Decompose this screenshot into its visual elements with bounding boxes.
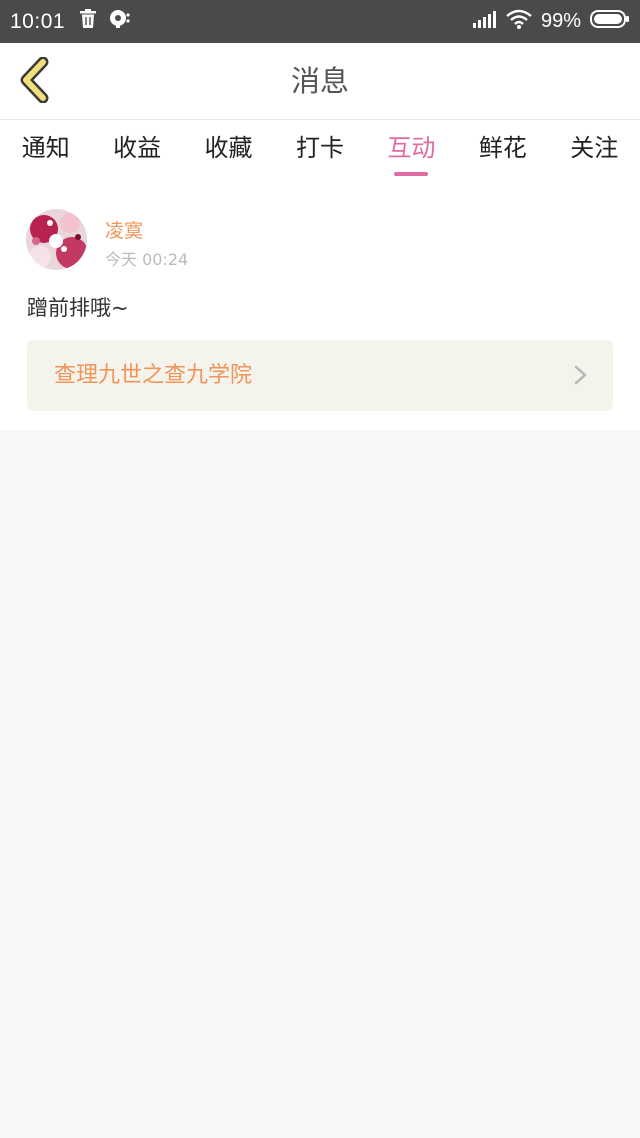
tab-checkin[interactable]: 打卡 xyxy=(274,120,365,180)
tab-label: 鲜花 xyxy=(478,134,527,162)
status-bar: 10:01 99% xyxy=(0,0,640,43)
battery-percent: 99% xyxy=(540,10,581,32)
book-link-title: 查理九世之查九学院 xyxy=(54,363,253,388)
tab-bar: 通知 收益 收藏 打卡 互动 鲜花 关注 xyxy=(0,120,640,180)
tab-interactions[interactable]: 互动 xyxy=(366,120,457,180)
page-title: 消息 xyxy=(290,64,349,98)
active-tab-indicator xyxy=(394,172,429,176)
avatar[interactable] xyxy=(26,209,87,270)
message-text: 蹭前排哦~ xyxy=(27,296,129,320)
chevron-right-icon xyxy=(569,364,591,386)
notification-icon xyxy=(109,9,131,34)
message-card: 凌寞 今天 00:24 蹭前排哦~ 查理九世之查九学院 xyxy=(0,180,640,430)
tab-following[interactable]: 关注 xyxy=(549,120,640,180)
tab-label: 打卡 xyxy=(295,134,344,162)
tab-flowers[interactable]: 鲜花 xyxy=(457,120,548,180)
tab-label: 互动 xyxy=(387,134,436,162)
tab-label: 收藏 xyxy=(204,134,253,162)
wifi-icon xyxy=(506,9,532,34)
battery-icon xyxy=(590,9,630,34)
app-header: 消息 xyxy=(0,43,640,120)
status-right: 99% xyxy=(472,9,630,34)
tab-earnings[interactable]: 收益 xyxy=(91,120,182,180)
book-link[interactable]: 查理九世之查九学院 xyxy=(27,340,613,411)
timestamp: 今天 00:24 xyxy=(105,250,189,269)
status-left-icons xyxy=(79,9,131,34)
username[interactable]: 凌寞 xyxy=(105,216,143,243)
signal-icon xyxy=(472,10,497,33)
tab-label: 通知 xyxy=(21,134,70,162)
tab-notifications[interactable]: 通知 xyxy=(0,120,91,180)
trash-icon xyxy=(79,9,97,34)
tab-label: 收益 xyxy=(113,134,162,162)
tab-label: 关注 xyxy=(570,134,619,162)
tab-favorites[interactable]: 收藏 xyxy=(183,120,274,180)
status-time: 10:01 xyxy=(10,9,66,33)
